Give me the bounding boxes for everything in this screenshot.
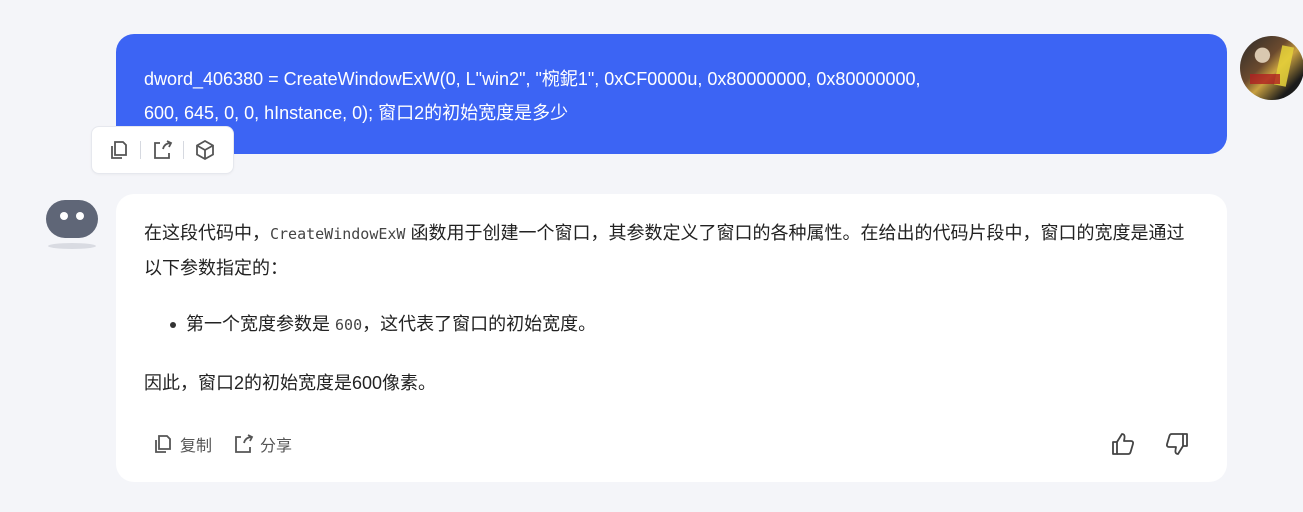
copy-icon <box>155 435 171 453</box>
copy-button[interactable]: 复制 <box>152 432 212 456</box>
copy-icon[interactable] <box>104 135 134 165</box>
thumbs-down-icon[interactable] <box>1163 430 1191 458</box>
bullet-text-after: ，这代表了窗口的初始宽度。 <box>362 314 597 334</box>
share-icon[interactable] <box>147 135 177 165</box>
conclusion-paragraph: 因此，窗口2的初始宽度是600像素。 <box>144 373 437 393</box>
feedback-buttons <box>1109 430 1191 458</box>
message-actions: 复制 分享 <box>152 432 292 456</box>
bot-intro-paragraph: 在这段代码中，CreateWindowExW 函数用于创建一个窗口，其参数定义了… <box>144 216 1199 285</box>
share-label: 分享 <box>260 438 293 455</box>
share-icon <box>235 434 254 453</box>
cube-icon[interactable] <box>190 135 220 165</box>
bullet-dot <box>170 322 176 328</box>
bullet-item: 第一个宽度参数是 600，这代表了窗口的初始宽度。 <box>144 307 1199 342</box>
user-message-line-1: dword_406380 = CreateWindowExW(0, L"win2… <box>144 69 921 89</box>
bot-avatar <box>44 198 100 249</box>
copy-label: 复制 <box>180 438 213 455</box>
intro-code: CreateWindowExW <box>270 225 406 243</box>
thumbs-up-icon[interactable] <box>1109 430 1137 458</box>
bullet-code: 600 <box>335 316 363 334</box>
user-message-line-2: 600, 645, 0, 0, hInstance, 0); 窗口2的初始宽度是… <box>144 103 569 123</box>
share-button[interactable]: 分享 <box>232 432 292 456</box>
bot-message-bubble: 在这段代码中，CreateWindowExW 函数用于创建一个窗口，其参数定义了… <box>116 194 1227 482</box>
user-avatar[interactable] <box>1240 36 1303 100</box>
message-tools-popup <box>91 126 234 174</box>
user-message-bubble: dword_406380 = CreateWindowExW(0, L"win2… <box>116 34 1227 154</box>
intro-text-before: 在这段代码中， <box>144 223 270 243</box>
bullet-text-before: 第一个宽度参数是 <box>186 314 336 334</box>
